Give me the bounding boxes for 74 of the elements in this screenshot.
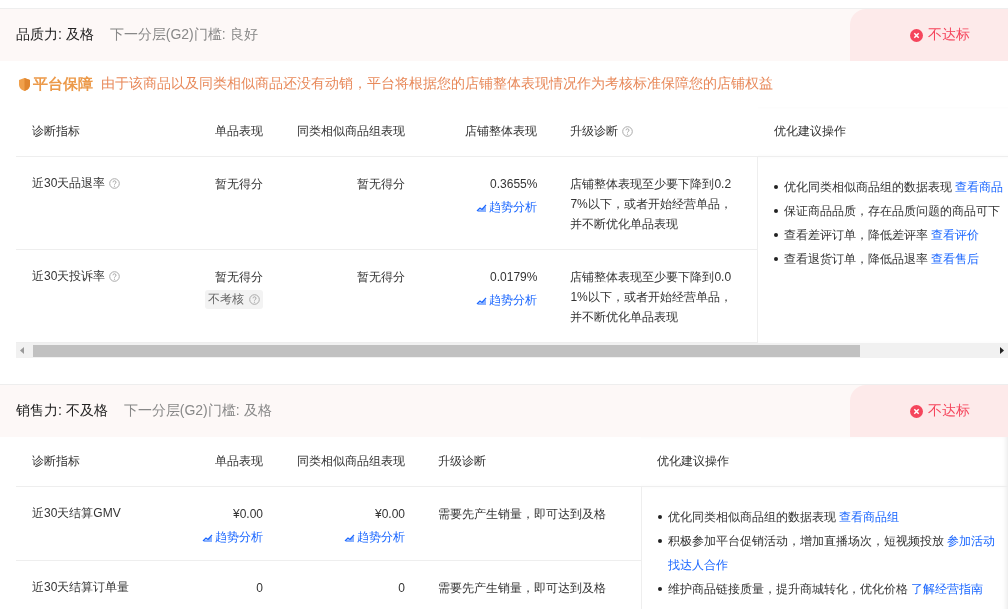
suggestion-link[interactable]: 查看商品组 <box>838 510 899 524</box>
diagnosis-text: 需要先产生销量，即可达到及格 <box>438 506 607 523</box>
table-cell-text: 暂无得分 <box>215 269 264 286</box>
chart-icon <box>476 296 488 305</box>
table-cell-text: 0.0179% <box>490 269 538 286</box>
scroll-right-icon <box>999 347 1004 354</box>
help-icon <box>249 294 261 305</box>
suggestion-text: 积极参加平台促销活动，增加直播场次，短视频投放 <box>667 534 944 548</box>
suggestion-text: 维护商品链接质量，提升商城转化，优化价格 <box>667 582 908 596</box>
column-header: 单品表现 <box>215 453 263 470</box>
column-header: 单品表现 <box>215 123 264 140</box>
bullet-icon <box>774 209 779 213</box>
column-header: 优化建议操作 <box>657 453 729 470</box>
guarantee-label: 平台保障 <box>18 74 93 94</box>
table-cell-text: 0 <box>256 580 263 597</box>
shield-icon <box>18 76 31 92</box>
suggestion-text: 查看退货订单，降低品退率 <box>784 252 929 266</box>
column-header: 升级诊断 <box>570 123 634 140</box>
scroll-left-icon <box>20 347 25 354</box>
error-circle-icon <box>910 28 923 42</box>
metric-name: 近30天结算GMV <box>32 505 121 522</box>
diagnosis-text: 店铺整体表现至少要下降到0.01%以下，或者开始经营单品，并不断优化单品表现 <box>570 269 733 326</box>
suggestion-text: 查看差评订单，降低差评率 <box>784 228 929 242</box>
suggestion-link[interactable]: 找达人合作 <box>667 558 728 572</box>
error-circle-icon <box>910 404 923 418</box>
diagnosis-text: 需要先产生销量，即可达到及格 <box>438 580 607 597</box>
chart-icon <box>344 533 355 542</box>
exempt-tag: 不考核 <box>205 290 264 309</box>
column-header: 升级诊断 <box>438 453 486 470</box>
scrollbar[interactable] <box>16 343 1008 358</box>
chart-icon <box>476 203 488 212</box>
metric-name: 近30天品退率 <box>32 175 121 192</box>
suggestion-link[interactable]: 查看售后 <box>931 252 980 266</box>
suggestion-text: 优化同类相似商品组的数据表现 <box>784 180 953 194</box>
trend-analysis-link[interactable]: 趋势分析 <box>202 529 263 546</box>
bullet-icon <box>657 587 662 591</box>
table-cell-text: 暂无得分 <box>357 269 406 286</box>
suggestion-text: 优化同类相似商品组的数据表现 <box>667 510 836 524</box>
table-cell-text: 0 <box>398 580 405 597</box>
suggestion-text: 保证商品品质，存在品质问题的商品可下 <box>784 204 1001 218</box>
bullet-icon <box>657 515 662 519</box>
status-badge: 不达标 <box>850 9 1008 61</box>
table-cell-text: 0.3655% <box>490 176 538 193</box>
chart-icon <box>202 533 213 542</box>
table-cell-text: ¥0.00 <box>374 506 405 523</box>
suggestion-link[interactable]: 了解经营指南 <box>910 582 983 596</box>
bullet-icon <box>774 233 779 237</box>
trend-analysis-link[interactable]: 趋势分析 <box>476 292 538 309</box>
bullet-icon <box>774 185 779 189</box>
metric-name: 近30天结算订单量 <box>32 579 130 596</box>
section-title: 品质力: 及格 <box>16 26 94 44</box>
column-header: 优化建议操作 <box>773 123 846 140</box>
column-header: 同类相似商品组表现 <box>297 453 405 470</box>
metric-name: 近30天投诉率 <box>32 268 121 285</box>
trend-analysis-link[interactable]: 趋势分析 <box>344 529 405 546</box>
trend-analysis-link[interactable]: 趋势分析 <box>476 199 538 216</box>
table-cell-text: ¥0.00 <box>232 506 263 523</box>
status-badge: 不达标 <box>850 385 1008 437</box>
suggestion-link[interactable]: 查看评价 <box>931 228 980 242</box>
bullet-icon <box>657 539 662 543</box>
notice-text: 由于该商品以及同类相似商品还没有动销，平台将根据您的店铺整体表现情况作为考核标准保障您的店铺权益 <box>101 75 773 93</box>
table-cell-text: 暂无得分 <box>215 176 264 193</box>
bullet-icon <box>774 257 779 261</box>
column-header: 诊断指标 <box>32 453 80 470</box>
suggestion-link[interactable]: 查看商品 <box>955 180 1004 194</box>
column-header: 店铺整体表现 <box>465 123 538 140</box>
diagnosis-text: 店铺整体表现至少要下降到0.27%以下，或者开始经营单品，并不断优化单品表现 <box>570 176 733 233</box>
suggestion-link[interactable]: 参加活动 <box>946 534 995 548</box>
table-cell-text: 暂无得分 <box>357 176 406 193</box>
column-header: 诊断指标 <box>32 123 80 140</box>
section-title: 销售力: 不及格 <box>16 402 108 420</box>
next-threshold: 下一分层(G2)门槛: 良好 <box>109 26 258 44</box>
next-threshold: 下一分层(G2)门槛: 及格 <box>123 402 272 420</box>
column-header: 同类相似商品组表现 <box>297 123 406 140</box>
